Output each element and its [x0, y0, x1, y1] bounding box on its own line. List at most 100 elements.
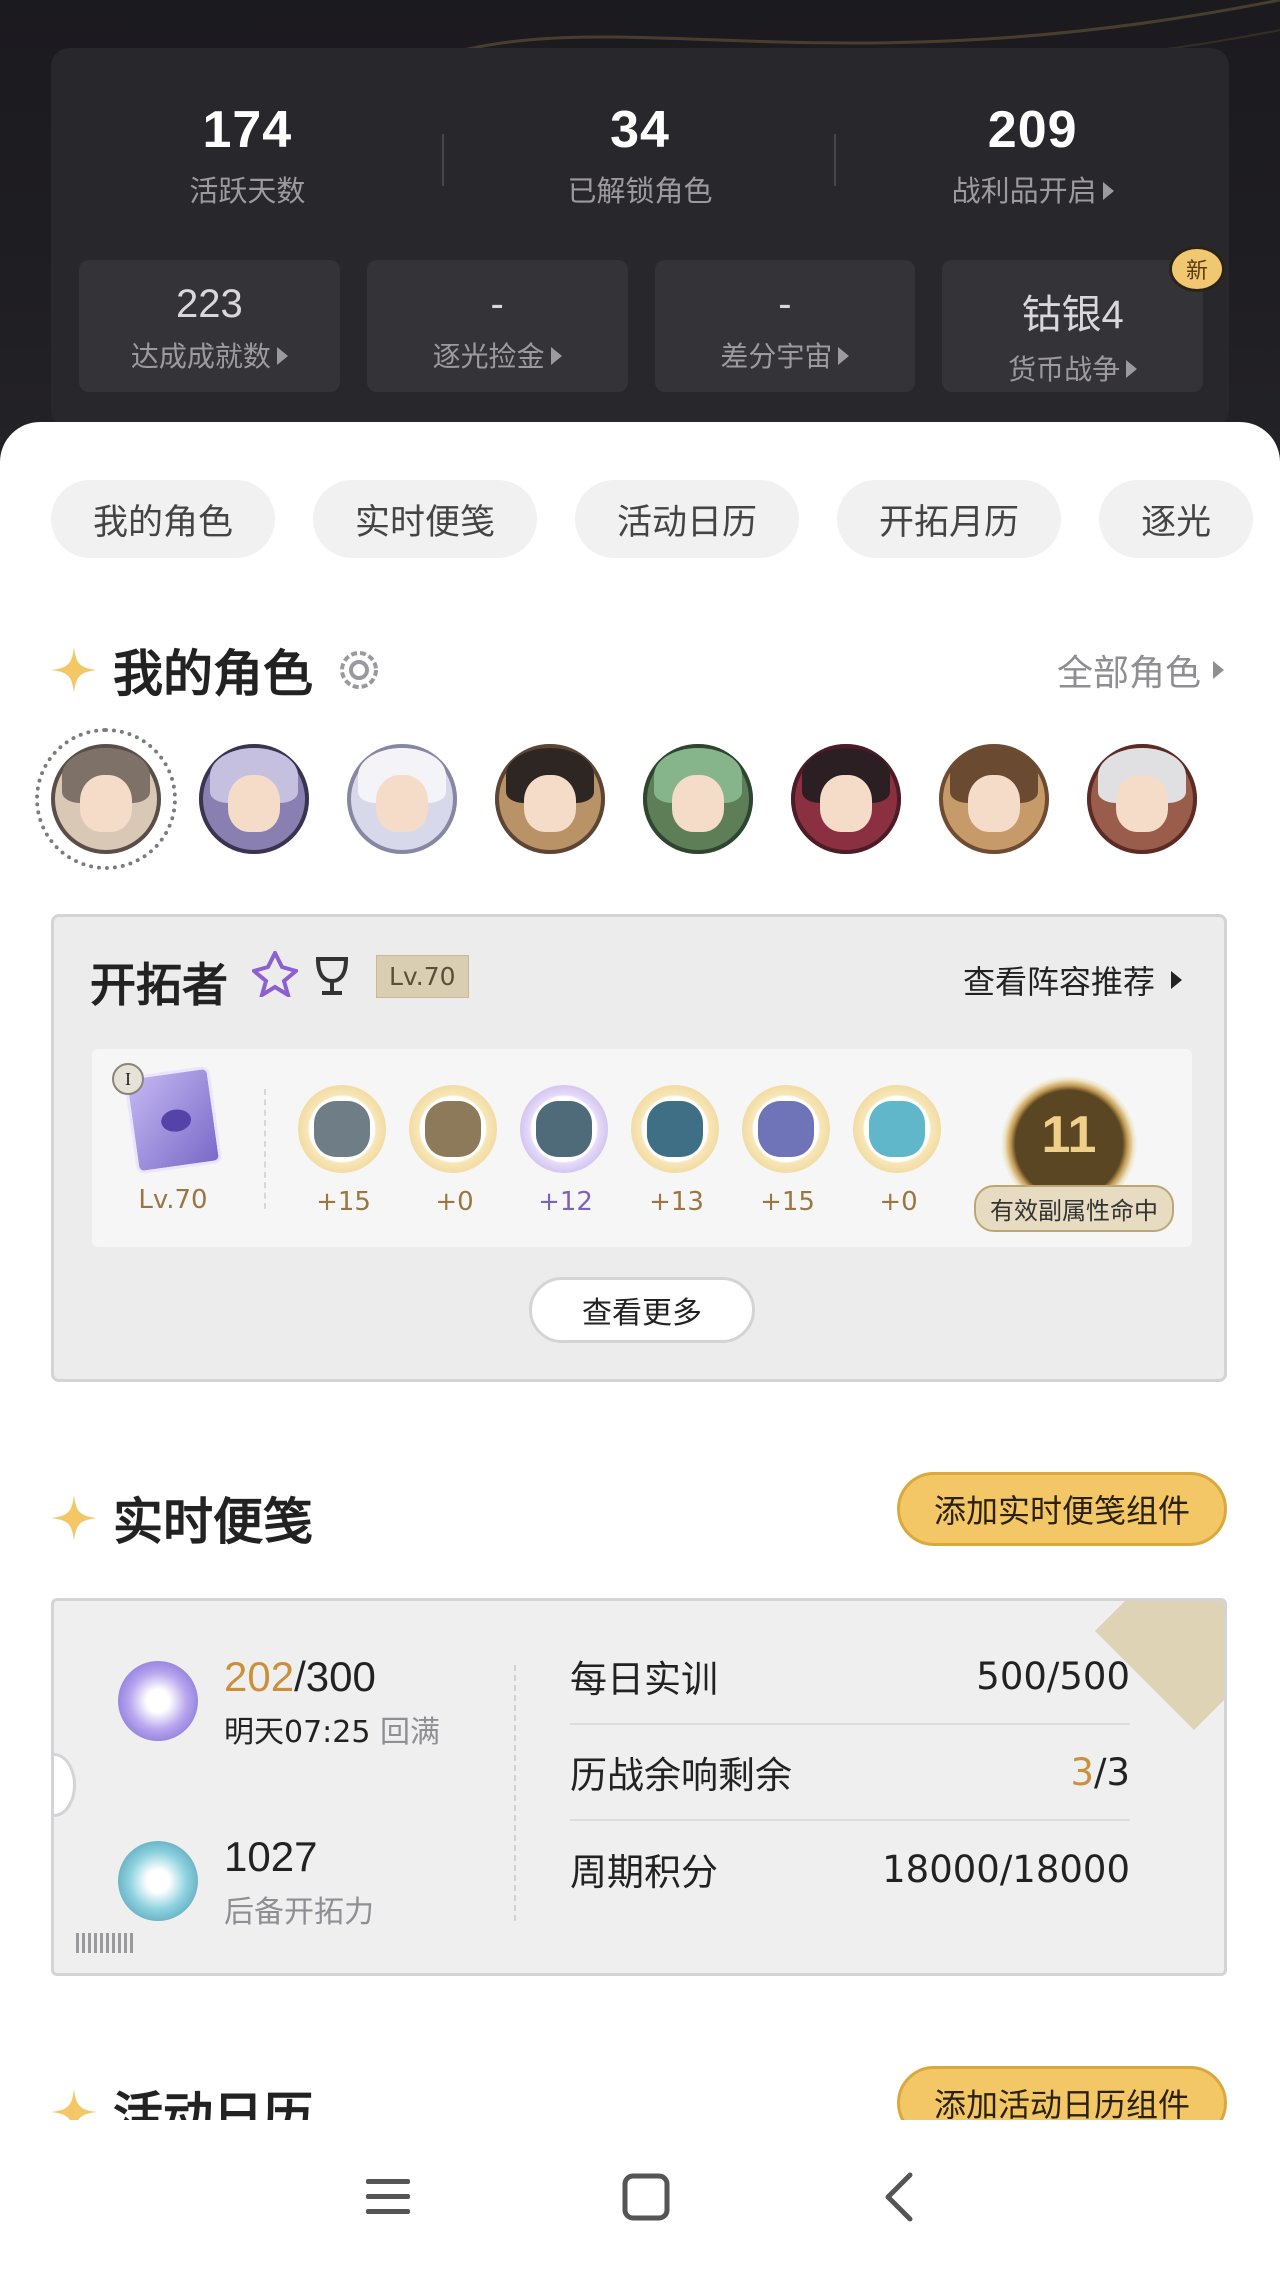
new-badge: 新 [1169, 246, 1225, 292]
relic-slot[interactable]: +15 [742, 1085, 833, 1217]
stat-active-days: 174 活跃天数 [51, 48, 444, 218]
box-value: 钴银4 [1021, 293, 1124, 337]
caret-right-icon [550, 347, 562, 365]
light-cone[interactable]: I Lv.70 [112, 1063, 228, 1215]
box-value: - [778, 282, 792, 326]
weekly-points-row: 周期积分 18000/18000 [570, 1821, 1130, 1917]
avatar[interactable] [939, 744, 1049, 854]
reserve-label: 后备开拓力 [224, 1895, 374, 1930]
back-icon[interactable] [880, 2171, 916, 2223]
reserved-power: 1027 后备开拓力 [224, 1833, 374, 1931]
add-notes-widget-button[interactable]: 添加实时便笺组件 [896, 1472, 1227, 1546]
section-title: 实时便笺 [113, 1493, 313, 1551]
avatar[interactable] [199, 744, 309, 854]
character-name: 开拓者 [90, 958, 228, 1012]
tab-my-characters[interactable]: 我的角色 [51, 480, 276, 558]
divider [264, 1089, 266, 1209]
row-value: 500/500 [976, 1654, 1130, 1698]
profile-header: 174 活跃天数 34 已解锁角色 209 战利品开启 223 达成成就数 - … [0, 0, 1280, 480]
menu-icon[interactable] [364, 2175, 412, 2219]
divergent-universe-box[interactable]: - 差分宇宙 [654, 260, 916, 392]
home-icon[interactable] [621, 2172, 671, 2222]
trailblaze-power: 202/300 明天07:25 回满 [224, 1653, 440, 1751]
box-value: - [490, 282, 504, 326]
caret-right-icon [276, 347, 288, 365]
hit-label: 有效副属性命中 [974, 1185, 1174, 1232]
forgotten-hall-box[interactable]: - 逐光捡金 [366, 260, 628, 392]
link-label: 全部角色 [1056, 653, 1201, 694]
add-calendar-widget-button[interactable]: 添加活动日历组件 [896, 2066, 1227, 2122]
tab-monthly-calendar[interactable]: 开拓月历 [837, 480, 1062, 558]
stat-value: 174 [202, 101, 293, 159]
avatar[interactable] [1087, 744, 1197, 854]
box-label: 货币战争 [1008, 353, 1121, 386]
see-more-button[interactable]: 查看更多 [529, 1277, 755, 1343]
box-label: 差分宇宙 [720, 340, 833, 373]
stat-unlocked-characters: 34 已解锁角色 [444, 48, 837, 218]
section-title: 我的角色 [113, 645, 313, 703]
hit-count: 11 [1041, 1106, 1097, 1164]
relic-slot[interactable]: +0 [853, 1085, 944, 1217]
achievements-box[interactable]: 223 达成成就数 [79, 260, 340, 392]
equipment-panel: I Lv.70 +15 +0 +12 +13 +15 +0 11 有效副属性命中 [92, 1049, 1192, 1247]
row-value-highlight: 3 [1070, 1750, 1094, 1794]
relic-slot[interactable]: +12 [520, 1085, 611, 1217]
light-cone-level: Lv.70 [138, 1185, 208, 1215]
tab-realtime-notes[interactable]: 实时便笺 [313, 480, 538, 558]
system-navigation-bar [0, 2120, 1280, 2273]
trailblaze-power-icon [118, 1661, 198, 1741]
sparkle-icon [51, 647, 97, 693]
caret-right-icon [1126, 360, 1138, 378]
avatar[interactable] [347, 744, 457, 854]
relic-level: +0 [435, 1187, 474, 1217]
stat-label-link[interactable]: 战利品开启 [836, 168, 1229, 210]
relic-icon [758, 1101, 814, 1157]
divider [514, 1665, 516, 1921]
echo-of-war-row: 历战余响剩余 3/3 [570, 1725, 1130, 1821]
character-avatar-list [35, 728, 1197, 870]
row-value: /3 [1093, 1750, 1130, 1794]
realtime-notes-card: 202/300 明天07:25 回满 1027 后备开拓力 每日实训 500/5… [51, 1598, 1227, 1976]
daily-training-row: 每日实训 500/500 [570, 1629, 1130, 1725]
view-lineup-link[interactable]: 查看阵容推荐 [963, 957, 1182, 1003]
character-card: 开拓者 Lv.70 查看阵容推荐 I Lv.70 +15 +0 +12 +13 … [51, 914, 1242, 1382]
sparkle-icon [51, 1495, 97, 1541]
relic-slot[interactable]: +13 [631, 1085, 722, 1217]
stat-chests-opened[interactable]: 209 战利品开启 [836, 48, 1229, 218]
stat-label: 战利品开启 [951, 174, 1097, 208]
avatar[interactable] [495, 744, 605, 854]
caret-right-icon [1213, 661, 1224, 679]
row-label: 历战余响剩余 [570, 1754, 792, 1797]
sparkle-icon [51, 2089, 97, 2122]
gear-icon[interactable] [335, 646, 383, 694]
relic-list: +15 +0 +12 +13 +15 +0 [298, 1085, 944, 1217]
relic-level: +15 [316, 1187, 371, 1217]
avatar[interactable] [643, 744, 753, 854]
caret-right-icon [838, 347, 850, 365]
level-tag: Lv.70 [376, 955, 469, 998]
relic-slot[interactable]: +15 [298, 1085, 389, 1217]
path-icon [252, 951, 298, 997]
currency-wars-box[interactable]: 钴银4 货币战争 新 [942, 246, 1225, 392]
relic-level: +12 [538, 1187, 593, 1217]
avatar[interactable] [791, 744, 901, 854]
section-title: 活动日历 [113, 2087, 313, 2122]
relic-icon [647, 1101, 703, 1157]
stat-value: 34 [610, 101, 670, 159]
caret-right-icon [1102, 182, 1114, 200]
content-sheet: 我的角色 实时便笺 活动日历 开拓月历 逐光 我的角色 全部角色 开拓者 Lv.… [0, 422, 1280, 2122]
avatar[interactable] [35, 728, 177, 870]
relic-level: +15 [760, 1187, 815, 1217]
row-label: 每日实训 [570, 1658, 718, 1701]
card-shadow [1216, 928, 1242, 1370]
caret-right-icon [1171, 971, 1182, 989]
reserve-value: 1027 [224, 1833, 318, 1880]
tab-forgotten-hall[interactable]: 逐光 [1099, 480, 1254, 558]
row-value: 18000/18000 [882, 1847, 1130, 1891]
all-characters-link[interactable]: 全部角色 [1057, 644, 1224, 696]
tab-event-calendar[interactable]: 活动日历 [575, 480, 800, 558]
ticket-notch [54, 1753, 76, 1817]
power-max: /300 [294, 1653, 376, 1700]
relic-slot[interactable]: +0 [409, 1085, 500, 1217]
stat-value: 209 [987, 101, 1078, 159]
